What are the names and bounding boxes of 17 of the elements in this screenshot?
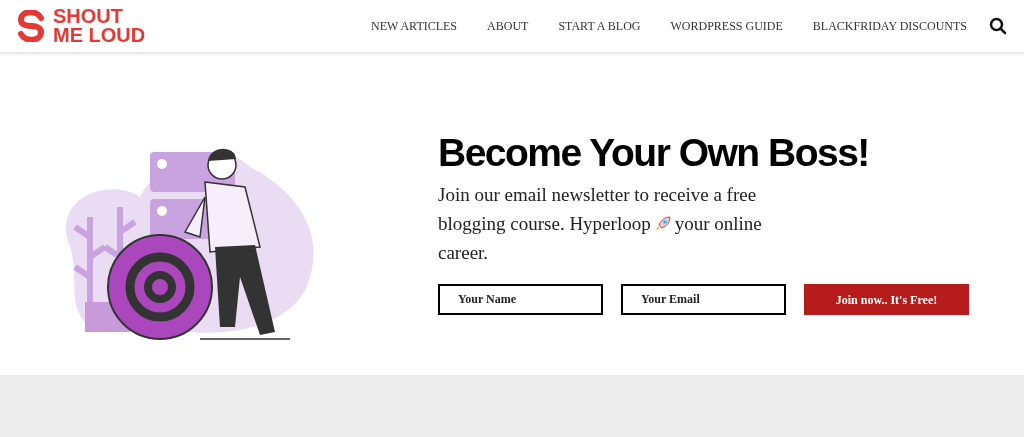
newsletter-text: Join our email newsletter to receive a free — [438, 183, 757, 207]
nav-link[interactable]: ABOUT — [487, 17, 529, 35]
hero-title: Become Your Own Boss! — [438, 130, 870, 176]
newsletter-text: career. — [438, 241, 489, 265]
search-icon[interactable] — [989, 17, 1007, 35]
logo-text: ME LOUD — [53, 26, 146, 45]
text-input[interactable]: Your Name — [438, 284, 603, 315]
join-button[interactable]: Join now.. It's Free! — [804, 284, 969, 315]
nav-link[interactable]: START A BLOG — [558, 17, 641, 35]
nav-link[interactable]: BLACKFRIDAY DISCOUNTS — [812, 17, 967, 35]
newsletter-text: your online — [674, 212, 762, 236]
logo-text: SHOUT — [53, 7, 124, 26]
text-input[interactable]: Your Email — [621, 284, 786, 315]
logo-icon — [17, 10, 45, 42]
nav-link[interactable]: WORDPRESS GUIDE — [670, 17, 783, 35]
nav-link[interactable]: NEW ARTICLES — [371, 17, 458, 35]
newsletter-text: blogging course. Hyperloop — [438, 212, 651, 236]
